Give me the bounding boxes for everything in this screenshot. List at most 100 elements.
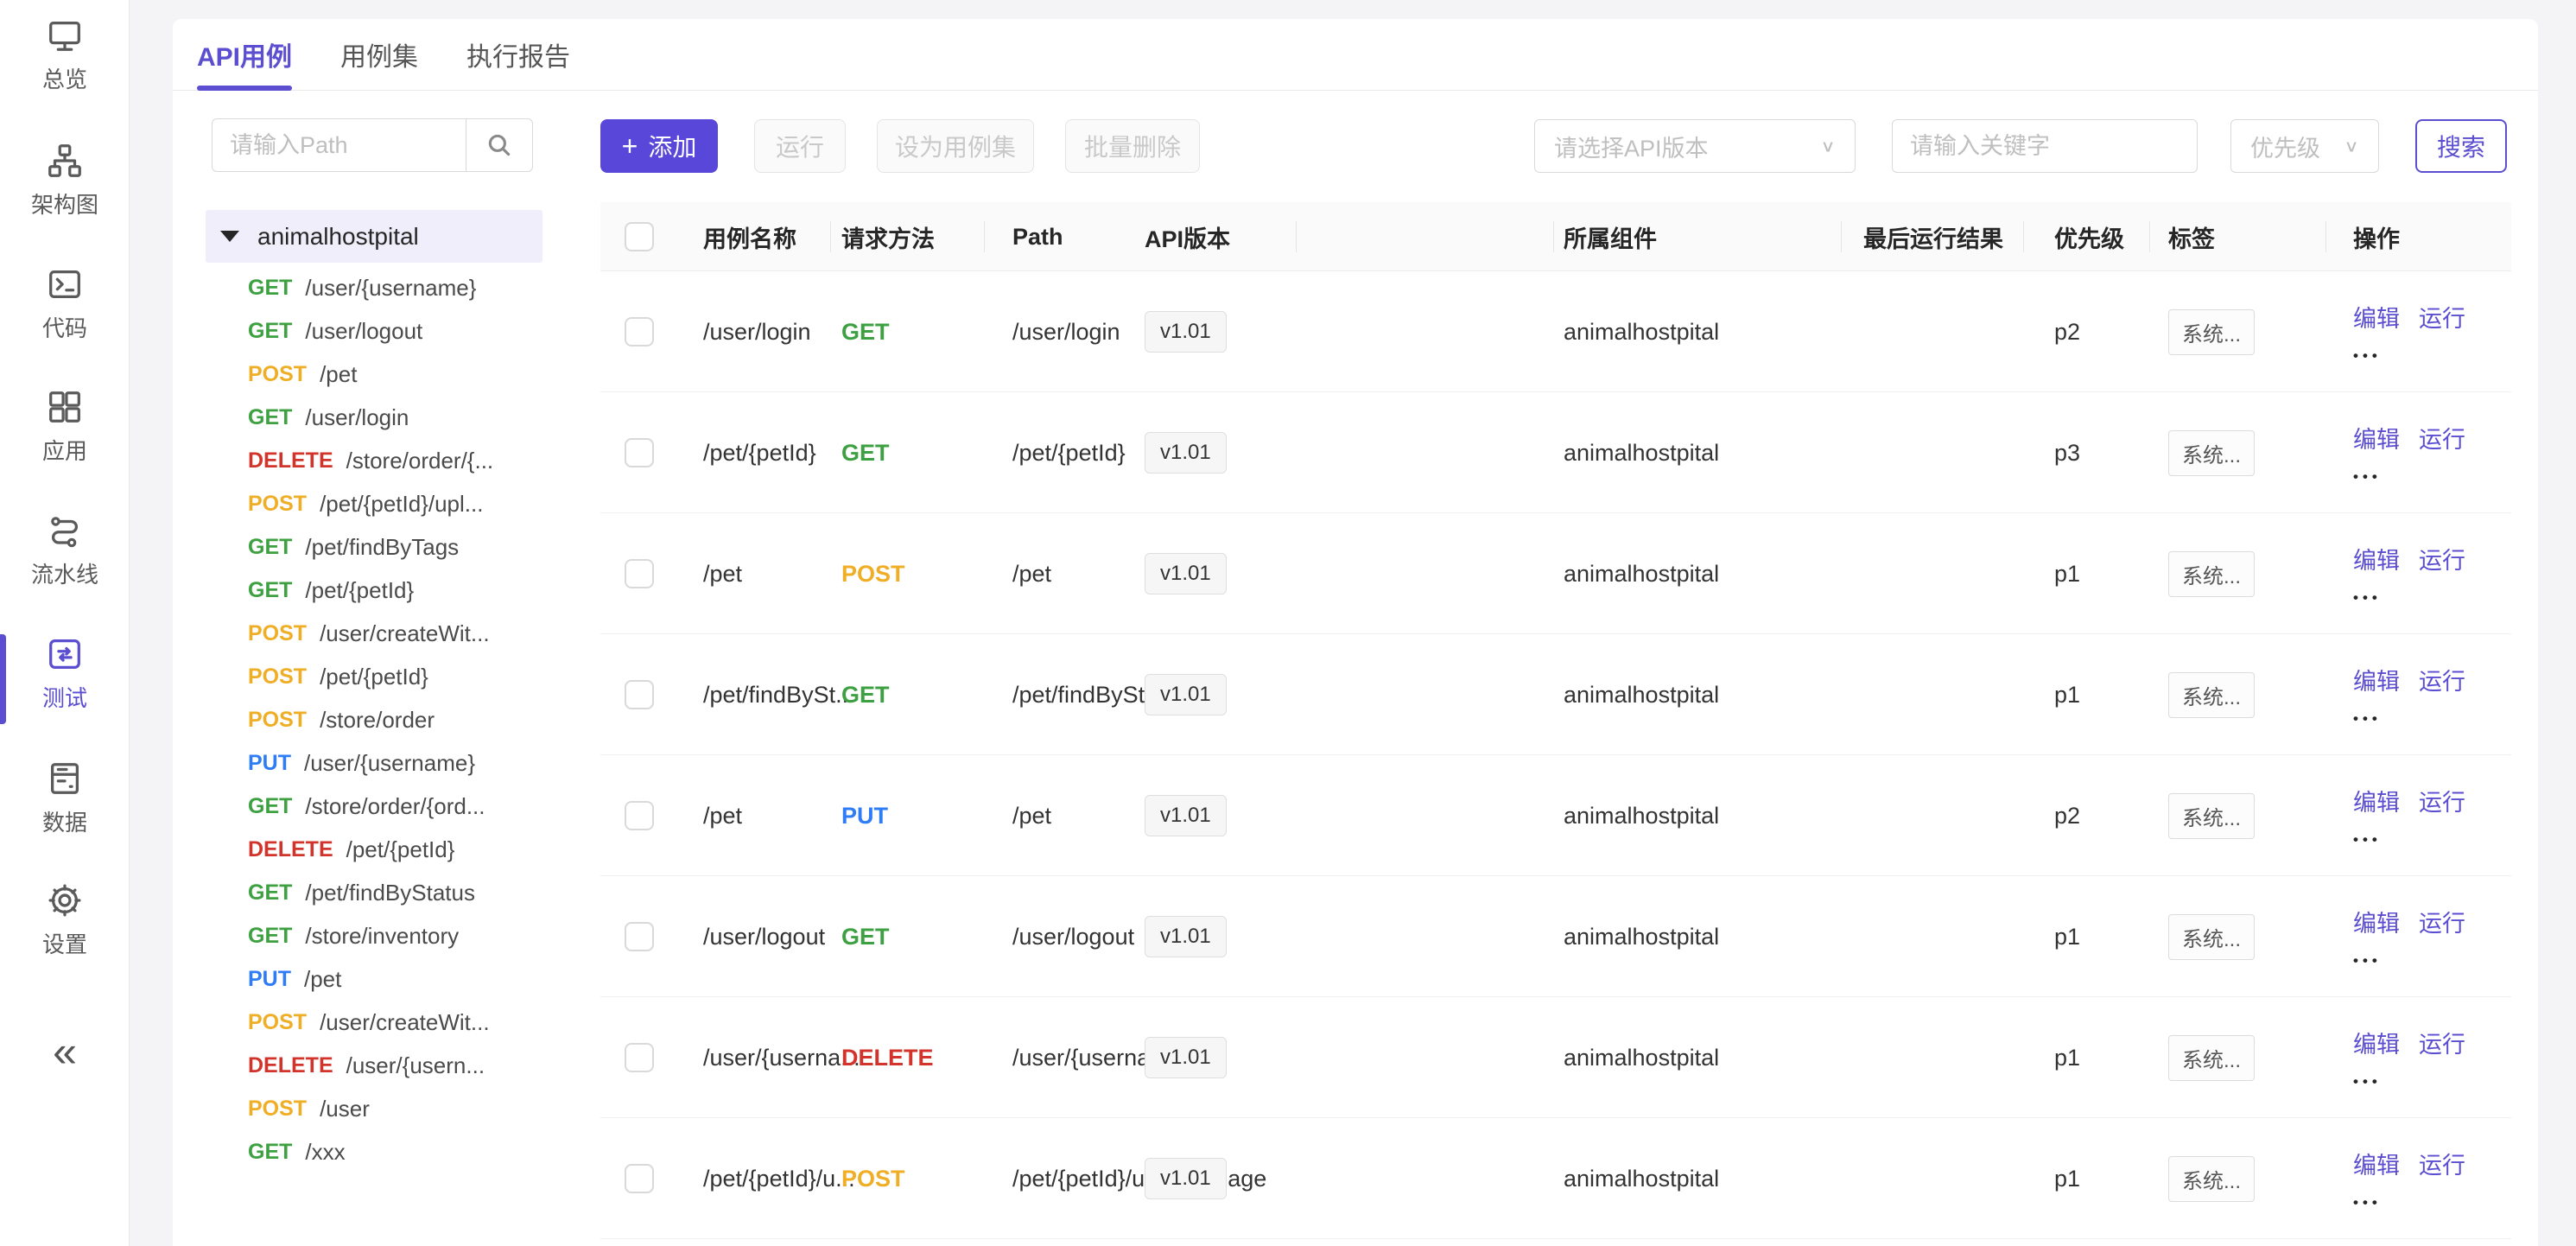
endpoint-item[interactable]: PUT /pet: [206, 957, 542, 1001]
run-link[interactable]: 运行: [2419, 542, 2465, 575]
run-link[interactable]: 运行: [2419, 784, 2465, 817]
column-separator: [984, 221, 985, 252]
table-row: /pet PUT /pet v1.01 animalhostpital p2 系…: [600, 755, 2511, 876]
terminal-icon: [45, 264, 85, 304]
endpoint-item[interactable]: POST /pet/{petId}: [206, 655, 542, 698]
row-actions: 编辑 运行 •••: [2353, 271, 2465, 392]
row-checkbox[interactable]: [625, 317, 654, 346]
more-actions-button[interactable]: •••: [2353, 1073, 2465, 1090]
row-checkbox[interactable]: [625, 438, 654, 467]
edit-link[interactable]: 编辑: [2353, 421, 2400, 455]
cell-case-name: /pet: [703, 513, 742, 634]
row-checkbox[interactable]: [625, 559, 654, 588]
edit-link[interactable]: 编辑: [2353, 1147, 2400, 1180]
endpoint-item[interactable]: POST /pet: [206, 353, 542, 396]
sidebar-item-code[interactable]: 代码: [0, 264, 130, 343]
path-search-input[interactable]: [212, 118, 466, 172]
caret-down-icon[interactable]: [220, 231, 239, 242]
tab-run-reports[interactable]: 执行报告: [466, 19, 570, 91]
row-checkbox[interactable]: [625, 922, 654, 951]
collapse-sidebar-button[interactable]: «: [0, 1030, 130, 1073]
more-actions-button[interactable]: •••: [2353, 952, 2465, 969]
tab-api-cases[interactable]: API用例: [197, 19, 292, 91]
cell-component: animalhostpital: [1564, 513, 1719, 634]
endpoint-item[interactable]: POST /user/createWit...: [206, 1001, 542, 1044]
row-checkbox[interactable]: [625, 801, 654, 830]
more-actions-button[interactable]: •••: [2353, 1194, 2465, 1211]
more-actions-button[interactable]: •••: [2353, 468, 2465, 486]
main-content-card: API用例 用例集 执行报告 animalhostpital GET /user…: [173, 19, 2538, 1246]
sidebar-item-test[interactable]: 测试: [0, 634, 130, 713]
endpoint-path: /user/{usern...: [346, 1052, 485, 1079]
endpoint-item[interactable]: DELETE /pet/{petId}: [206, 828, 542, 871]
run-link[interactable]: 运行: [2419, 905, 2465, 938]
http-method-label: GET: [248, 1140, 292, 1165]
cell-case-name: /pet/{petId}: [703, 392, 816, 513]
run-button[interactable]: 运行: [754, 119, 846, 173]
sidebar-item-apps[interactable]: 应用: [0, 387, 130, 466]
tab-case-suites[interactable]: 用例集: [340, 19, 418, 91]
endpoint-item[interactable]: GET /user/login: [206, 396, 542, 439]
more-actions-button[interactable]: •••: [2353, 347, 2465, 365]
endpoint-item[interactable]: GET /pet/{petId}: [206, 569, 542, 612]
endpoint-item[interactable]: GET /xxx: [206, 1130, 542, 1173]
endpoint-item[interactable]: POST /user: [206, 1087, 542, 1130]
priority-select[interactable]: 优先级 ∨: [2230, 119, 2379, 173]
run-link[interactable]: 运行: [2419, 663, 2465, 696]
tag-badge: 系统...: [2168, 430, 2255, 476]
endpoint-item[interactable]: GET /user/{username}: [206, 266, 542, 309]
endpoint-item[interactable]: DELETE /user/{usern...: [206, 1044, 542, 1087]
search-button[interactable]: 搜索: [2415, 119, 2507, 173]
cell-path: /pet/{petId}: [1012, 392, 1126, 513]
column-separator: [2023, 221, 2024, 252]
add-case-button[interactable]: + 添加: [600, 119, 718, 173]
row-checkbox[interactable]: [625, 1043, 654, 1072]
more-actions-button[interactable]: •••: [2353, 589, 2465, 607]
tree-node-service[interactable]: animalhostpital: [206, 210, 542, 263]
cell-method: POST: [841, 513, 905, 634]
endpoint-item[interactable]: POST /user/createWit...: [206, 612, 542, 655]
endpoint-item[interactable]: PUT /user/{username}: [206, 741, 542, 785]
endpoint-item[interactable]: POST /pet/{petId}/upl...: [206, 482, 542, 525]
http-method-label: POST: [248, 362, 307, 387]
run-link[interactable]: 运行: [2419, 300, 2465, 334]
edit-link[interactable]: 编辑: [2353, 784, 2400, 817]
endpoint-item[interactable]: GET /pet/findByTags: [206, 525, 542, 569]
more-actions-button[interactable]: •••: [2353, 831, 2465, 849]
endpoint-item[interactable]: DELETE /store/order/{...: [206, 439, 542, 482]
edit-link[interactable]: 编辑: [2353, 1026, 2400, 1059]
path-search-button[interactable]: [466, 118, 533, 172]
run-link[interactable]: 运行: [2419, 421, 2465, 455]
http-method-label: POST: [248, 708, 307, 733]
endpoint-path: /pet/findByStatus: [305, 880, 475, 906]
batch-delete-button[interactable]: 批量删除: [1065, 119, 1200, 173]
keyword-input[interactable]: [1892, 119, 2198, 173]
sidebar-item-settings[interactable]: 设置: [0, 880, 130, 959]
row-checkbox[interactable]: [625, 680, 654, 709]
api-version-select[interactable]: 请选择API版本 ∨: [1534, 119, 1856, 173]
edit-link[interactable]: 编辑: [2353, 300, 2400, 334]
endpoint-item[interactable]: GET /store/order/{ord...: [206, 785, 542, 828]
endpoint-item[interactable]: GET /store/inventory: [206, 914, 542, 957]
endpoint-path: /user/createWit...: [320, 620, 490, 647]
chevron-down-icon: ∨: [2344, 136, 2359, 156]
column-separator: [1553, 221, 1554, 252]
sidebar-item-pipeline[interactable]: 流水线: [0, 511, 130, 589]
more-actions-button[interactable]: •••: [2353, 710, 2465, 728]
edit-link[interactable]: 编辑: [2353, 905, 2400, 938]
sidebar-item-label: 测试: [42, 681, 87, 713]
endpoint-item[interactable]: GET /user/logout: [206, 309, 542, 353]
row-checkbox[interactable]: [625, 1164, 654, 1193]
sidebar-item-architecture[interactable]: 架构图: [0, 141, 130, 219]
edit-link[interactable]: 编辑: [2353, 663, 2400, 696]
run-link[interactable]: 运行: [2419, 1026, 2465, 1059]
select-all-checkbox[interactable]: [625, 222, 654, 251]
set-as-suite-button[interactable]: 设为用例集: [877, 119, 1034, 173]
edit-link[interactable]: 编辑: [2353, 542, 2400, 575]
sidebar-item-data[interactable]: 数据: [0, 759, 130, 837]
sidebar-item-overview[interactable]: 总览: [0, 16, 130, 94]
col-component: 所属组件: [1564, 202, 1657, 271]
endpoint-item[interactable]: GET /pet/findByStatus: [206, 871, 542, 914]
endpoint-item[interactable]: POST /store/order: [206, 698, 542, 741]
run-link[interactable]: 运行: [2419, 1147, 2465, 1180]
